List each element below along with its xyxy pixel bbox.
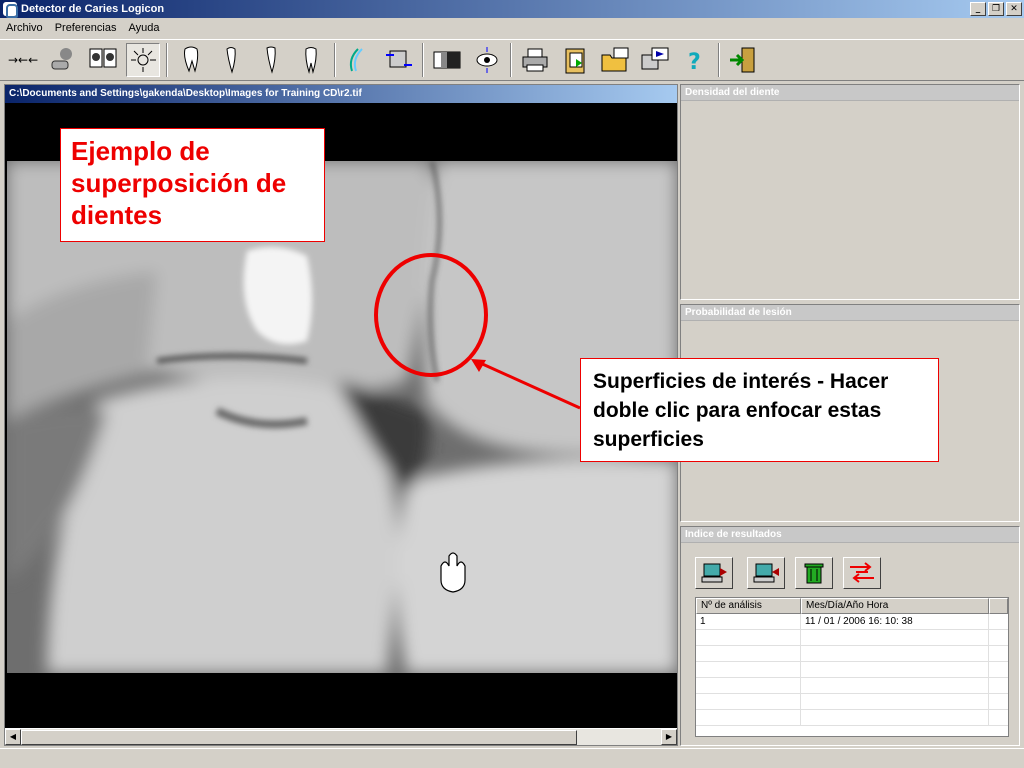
surfaces-callout: Superficies de interés - Hacer doble cli…	[580, 358, 939, 462]
overlap-callout: Ejemplo de superposición de dientes	[60, 128, 325, 242]
callout-arrow-line	[477, 360, 581, 410]
region-of-interest-circle	[374, 253, 488, 377]
status-bar	[0, 748, 1024, 768]
app-window: Detector de Caries Logicon _ ❐ ✕ Archivo…	[0, 0, 1024, 768]
